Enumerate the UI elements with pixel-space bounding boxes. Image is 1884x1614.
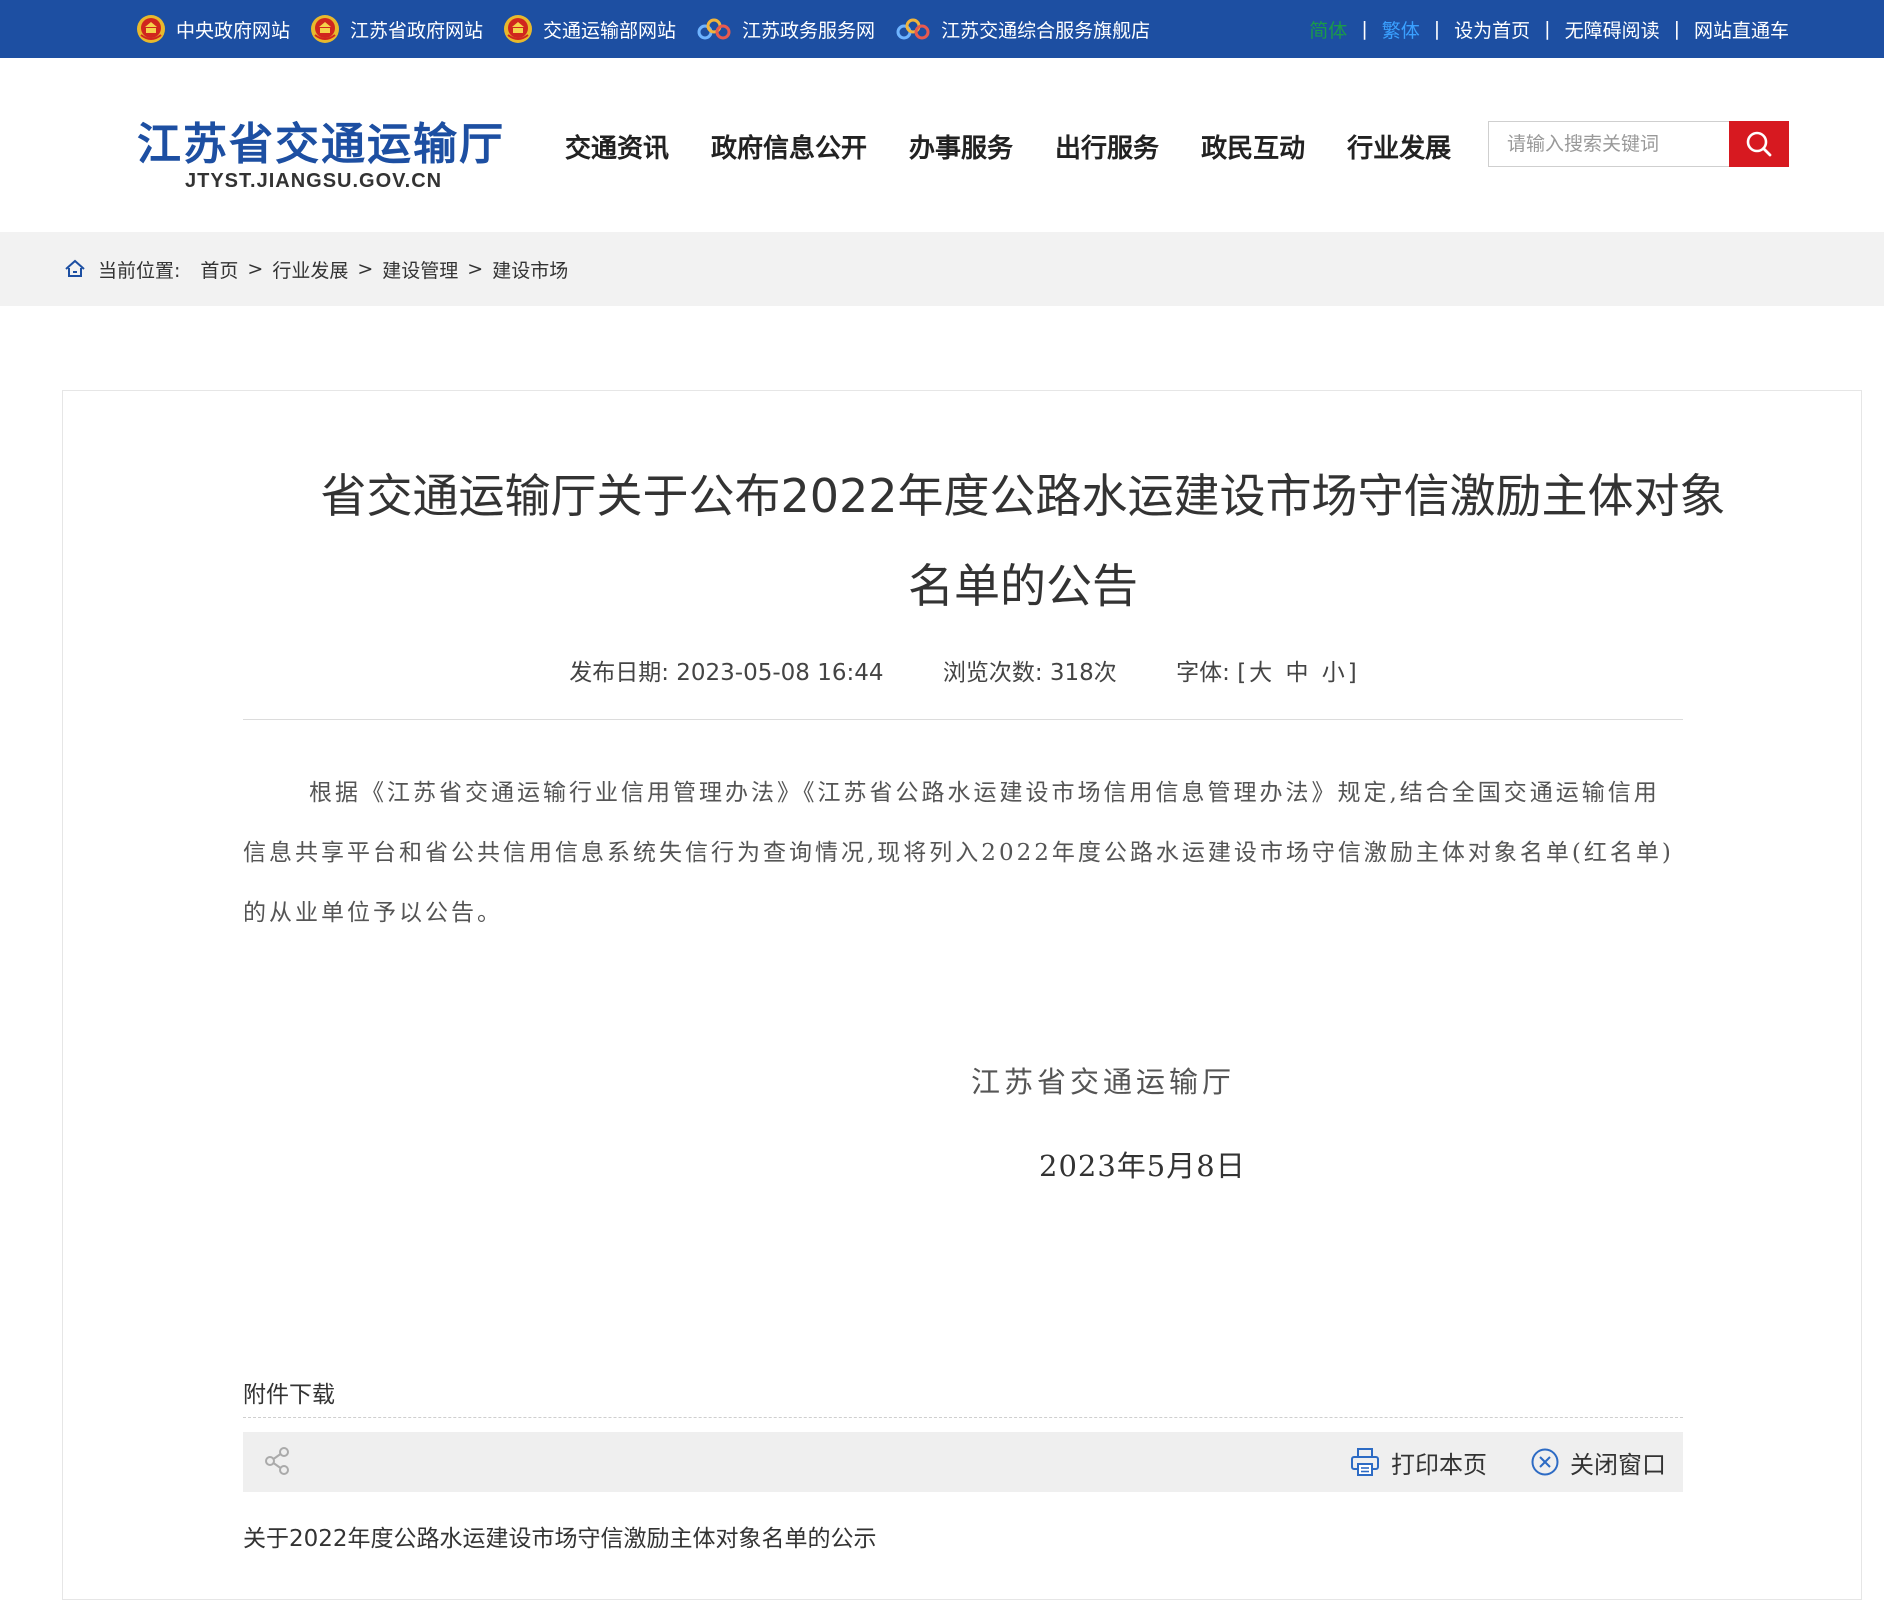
publish-date-label: 发布日期:	[569, 660, 669, 686]
meta-divider	[243, 719, 1683, 720]
article-card: 省交通运输厅关于公布2022年度公路水运建设市场守信激励主体对象名单的公告 发布…	[62, 390, 1862, 1600]
breadcrumb-industry[interactable]: 行业发展	[272, 256, 348, 283]
nav-item-travel[interactable]: 出行服务	[1055, 128, 1159, 165]
site-logo-title[interactable]: 江苏省交通运输厅	[137, 108, 505, 172]
top-bar: 中央政府网站 江苏省政府网站 交通运输部网站 江苏政务服务网 江苏交通综合服务旗…	[0, 0, 1884, 58]
top-link-jiangsu-gov[interactable]: 江苏省政府网站	[310, 14, 483, 44]
article-title: 省交通运输厅关于公布2022年度公路水运建设市场守信激励主体对象名单的公告	[320, 469, 1726, 613]
print-page-button[interactable]: 打印本页	[1349, 1432, 1487, 1492]
article-meta: 发布日期: 2023-05-08 16:44 浏览次数: 318次 字体: [大…	[243, 653, 1683, 687]
top-link-label: 江苏省政府网站	[350, 19, 484, 42]
font-size-label: 字体:	[1176, 660, 1230, 686]
top-link-label: 交通运输部网站	[543, 19, 677, 42]
view-count-label: 浏览次数:	[942, 660, 1043, 686]
accessible-reading-link[interactable]: 无障碍阅读	[1565, 16, 1660, 43]
search-input[interactable]	[1488, 121, 1729, 167]
breadcrumb-label: 当前位置:	[98, 259, 181, 282]
close-window-label: 关闭窗口	[1570, 1450, 1666, 1479]
top-link-label: 江苏政务服务网	[742, 19, 876, 42]
website-direct-link[interactable]: 网站直通车	[1694, 16, 1789, 43]
printer-icon	[1349, 1447, 1381, 1477]
breadcrumb-separator: >	[247, 258, 264, 280]
article-toolbar: 打印本页 关闭窗口	[243, 1432, 1683, 1492]
top-link-ministry[interactable]: 交通运输部网站	[503, 14, 676, 44]
breadcrumb-construction-market[interactable]: 建设市场	[492, 256, 568, 283]
publish-date: 2023-05-08 16:44	[676, 660, 884, 686]
national-emblem-icon	[136, 14, 166, 44]
font-size-bracket: ]	[1347, 660, 1357, 686]
close-icon	[1530, 1447, 1560, 1477]
separator: |	[1673, 18, 1680, 40]
top-link-gov-service[interactable]: 江苏政务服务网	[696, 16, 875, 43]
main-nav: 交通资讯 政府信息公开 办事服务 出行服务 政民互动 行业发展	[565, 128, 1493, 165]
signature-organization: 江苏省交通运输厅	[971, 1065, 1236, 1099]
signature-date: 2023年5月8日	[1039, 1149, 1246, 1183]
attachment-divider	[243, 1417, 1683, 1418]
separator: |	[1544, 18, 1551, 40]
home-icon	[64, 259, 86, 279]
breadcrumb: 当前位置: 首页 > 行业发展 > 建设管理 > 建设市场	[64, 232, 568, 306]
top-links: 中央政府网站 江苏省政府网站 交通运输部网站 江苏政务服务网 江苏交通综合服务旗…	[136, 0, 1170, 58]
font-size-bracket: [	[1237, 660, 1247, 686]
close-window-button[interactable]: 关闭窗口	[1530, 1432, 1666, 1492]
top-link-flagship-store[interactable]: 江苏交通综合服务旗舰店	[895, 16, 1150, 43]
view-count: 318次	[1049, 660, 1117, 686]
top-link-central-gov[interactable]: 中央政府网站	[136, 14, 290, 44]
traditional-chinese-link[interactable]: 繁体	[1382, 16, 1420, 43]
breadcrumb-separator: >	[467, 258, 484, 280]
attachment-link[interactable]: 关于2022年度公路水运建设市场守信激励主体对象名单的公示	[243, 1519, 877, 1553]
font-size-medium-button[interactable]: 中	[1285, 660, 1308, 686]
breadcrumb-separator: >	[357, 258, 374, 280]
site-logo-domain: JTYST.JIANGSU.GOV.CN	[185, 170, 443, 192]
share-icon[interactable]	[263, 1446, 291, 1480]
breadcrumb-home[interactable]: 首页	[200, 256, 238, 283]
national-emblem-icon	[310, 14, 340, 44]
simplified-chinese-link[interactable]: 简体	[1309, 16, 1347, 43]
national-emblem-icon	[503, 14, 533, 44]
separator: |	[1361, 18, 1368, 40]
nav-item-interaction[interactable]: 政民互动	[1201, 128, 1305, 165]
print-page-label: 打印本页	[1391, 1450, 1487, 1479]
separator: |	[1433, 18, 1441, 40]
service-logo-icon	[895, 17, 931, 41]
nav-item-gov-info[interactable]: 政府信息公开	[711, 128, 867, 165]
nav-item-services[interactable]: 办事服务	[909, 128, 1013, 165]
attachment-heading: 附件下载	[243, 1382, 335, 1408]
top-link-label: 中央政府网站	[176, 19, 291, 42]
set-homepage-link[interactable]: 设为首页	[1454, 16, 1530, 43]
search-button[interactable]	[1729, 121, 1789, 167]
search-icon	[1745, 130, 1773, 158]
top-link-label: 江苏交通综合服务旗舰店	[941, 19, 1151, 42]
font-size-small-button[interactable]: 小	[1322, 660, 1345, 686]
service-logo-icon	[696, 17, 732, 41]
article-body: 根据《江苏省交通运输行业信用管理办法》《江苏省公路水运建设市场信用信息管理办法》…	[243, 780, 1674, 926]
nav-item-industry[interactable]: 行业发展	[1347, 128, 1451, 165]
nav-item-traffic-news[interactable]: 交通资讯	[565, 128, 669, 165]
site-header: 江苏省交通运输厅 JTYST.JIANGSU.GOV.CN 交通资讯 政府信息公…	[0, 58, 1884, 232]
breadcrumb-bar: 当前位置: 首页 > 行业发展 > 建设管理 > 建设市场	[0, 232, 1884, 306]
breadcrumb-construction-mgmt[interactable]: 建设管理	[382, 256, 458, 283]
font-size-large-button[interactable]: 大	[1249, 660, 1272, 686]
search-box	[1488, 121, 1789, 167]
top-utility-links: 简体 | 繁体 | 设为首页 | 无障碍阅读 | 网站直通车	[1309, 0, 1789, 58]
